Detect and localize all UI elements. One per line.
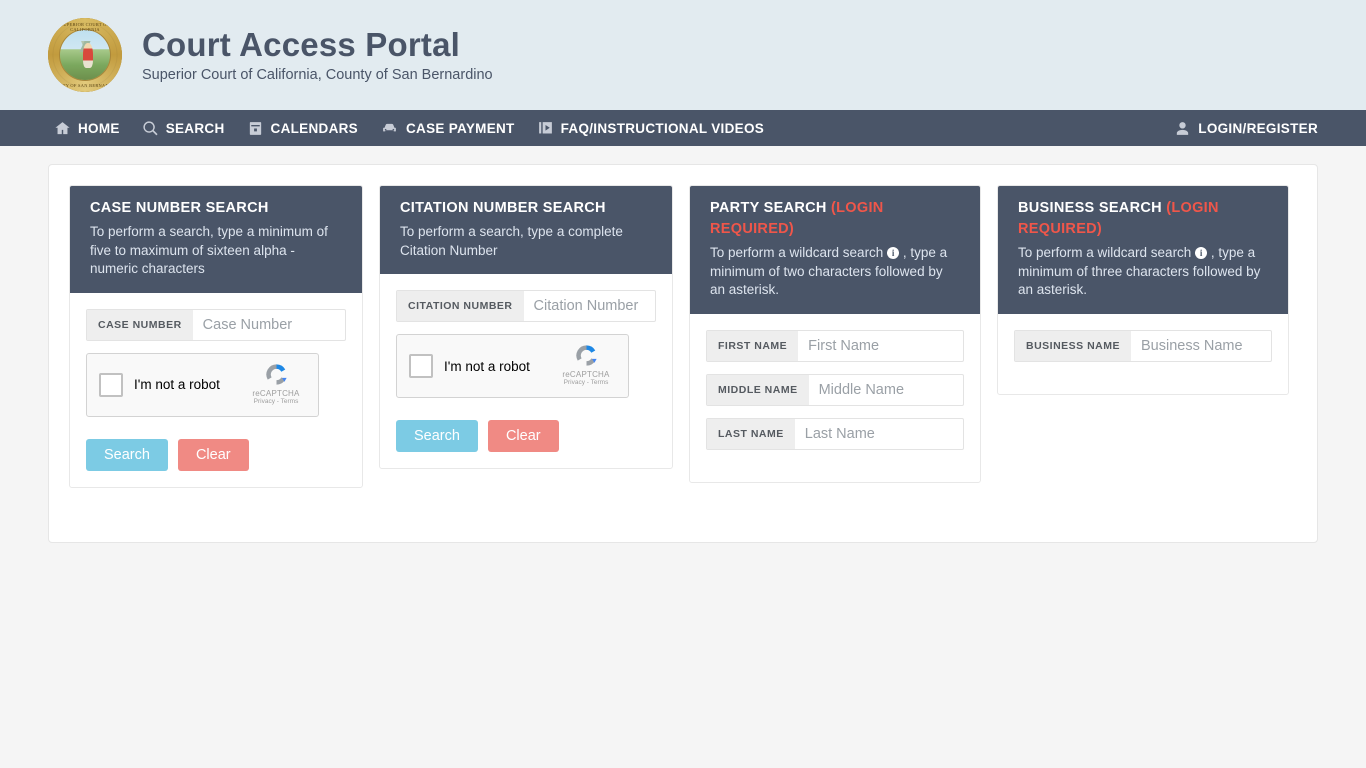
card-description: To perform a search, type a minimum of f… [90, 224, 328, 277]
search-button[interactable]: Search [396, 420, 478, 453]
field-label: MIDDLE NAME [707, 374, 809, 405]
info-icon[interactable]: i [1195, 247, 1208, 260]
card-case-number-search: CASE NUMBER SEARCH To perform a search, … [69, 185, 363, 488]
search-icon [142, 120, 159, 137]
card-title-text: PARTY SEARCH [710, 200, 827, 216]
field-label: BUSINESS NAME [1015, 330, 1132, 361]
field-first-name: FIRST NAME [706, 329, 964, 362]
nav-item-calendars[interactable]: CALENDARS [247, 120, 358, 137]
card-business-search: BUSINESS SEARCH (LOGIN REQUIRED) To perf… [997, 185, 1289, 395]
nav-item-case-payment-label: CASE PAYMENT [405, 120, 515, 136]
recaptcha-brand-name: reCAPTCHA [562, 370, 610, 380]
field-citation-number: CITATION NUMBER [396, 290, 656, 323]
person-icon [1174, 120, 1191, 137]
card-body: CASE NUMBER I'm not a robot [70, 293, 362, 487]
court-seal-logo: SUPERIOR COURT OF CALIFORNIA COUNTY OF S… [48, 18, 122, 92]
field-business-name: BUSINESS NAME [1014, 329, 1272, 362]
card-body: FIRST NAME MIDDLE NAME LAST NAME [690, 314, 980, 482]
nav-item-faq-videos-label: FAQ/INSTRUCTIONAL VIDEOS [560, 120, 765, 136]
card-title: PARTY SEARCH (LOGIN REQUIRED) [710, 198, 960, 240]
card-header: CASE NUMBER SEARCH To perform a search, … [70, 186, 362, 293]
card-description: To perform a wildcard search i , type a … [1018, 244, 1268, 300]
masthead: SUPERIOR COURT OF CALIFORNIA COUNTY OF S… [0, 0, 1366, 110]
button-row: Search Clear [396, 420, 656, 453]
recaptcha-brand: reCAPTCHA Privacy - Terms [553, 342, 619, 386]
page-subtitle: Superior Court of California, County of … [142, 67, 493, 84]
field-middle-name: MIDDLE NAME [706, 373, 964, 406]
car-icon [380, 120, 399, 137]
field-label: LAST NAME [707, 418, 795, 449]
card-party-search: PARTY SEARCH (LOGIN REQUIRED) To perform… [689, 185, 981, 483]
clear-button[interactable]: Clear [487, 420, 559, 453]
nav-links: HOME SEARCH CALENDARS CASE PAYMENT FAQ/I… [54, 120, 764, 137]
last-name-input[interactable] [794, 418, 963, 449]
field-label: FIRST NAME [707, 330, 799, 361]
seal-top-text: SUPERIOR COURT OF CALIFORNIA [60, 22, 110, 32]
home-icon [54, 120, 71, 137]
card-header: BUSINESS SEARCH (LOGIN REQUIRED) To perf… [998, 186, 1288, 314]
card-description-before: To perform a wildcard search [710, 245, 884, 261]
nav-item-login-register-label: LOGIN/REGISTER [1198, 120, 1318, 136]
card-title-text: CASE NUMBER SEARCH [90, 200, 269, 216]
field-last-name: LAST NAME [706, 417, 964, 450]
field-label: CASE NUMBER [87, 309, 193, 340]
nav-account-area: LOGIN/REGISTER [1174, 120, 1318, 137]
card-citation-number-search: CITATION NUMBER SEARCH To perform a sear… [379, 185, 673, 470]
card-title-text: CITATION NUMBER SEARCH [400, 200, 606, 216]
search-button[interactable]: Search [86, 438, 168, 471]
citation-number-input[interactable] [523, 291, 655, 322]
main-navigation: HOME SEARCH CALENDARS CASE PAYMENT FAQ/I… [0, 110, 1366, 146]
calendar-icon [247, 120, 264, 137]
seal-bottom-text: COUNTY OF SAN BERNARDINO [49, 83, 121, 88]
page-title: Court Access Portal [142, 25, 461, 63]
video-icon [537, 120, 554, 137]
recaptcha-widget[interactable]: I'm not a robot reCAPTCHA Privacy - Term… [396, 334, 629, 399]
recaptcha-widget[interactable]: I'm not a robot reCAPTCHA Privacy - Term… [86, 352, 319, 417]
nav-item-login-register[interactable]: LOGIN/REGISTER [1174, 120, 1318, 137]
middle-name-input[interactable] [808, 374, 963, 405]
nav-item-faq-videos[interactable]: FAQ/INSTRUCTIONAL VIDEOS [537, 120, 764, 137]
info-icon[interactable]: i [887, 247, 900, 260]
recaptcha-logo-icon [575, 345, 597, 366]
business-name-input[interactable] [1131, 330, 1271, 361]
first-name-input[interactable] [798, 330, 963, 361]
card-description: To perform a search, type a complete Cit… [400, 224, 623, 258]
title-block: Court Access Portal Superior Court of Ca… [142, 25, 493, 84]
recaptcha-legal-links[interactable]: Privacy - Terms [553, 379, 619, 386]
nav-item-calendars-label: CALENDARS [270, 120, 358, 136]
page-body: CASE NUMBER SEARCH To perform a search, … [0, 146, 1366, 768]
card-header: PARTY SEARCH (LOGIN REQUIRED) To perform… [690, 186, 980, 314]
recaptcha-brand-name: reCAPTCHA [252, 388, 300, 398]
recaptcha-brand: reCAPTCHA Privacy - Terms [243, 361, 309, 405]
card-title: CITATION NUMBER SEARCH [400, 198, 652, 219]
nav-item-home-label: HOME [78, 120, 120, 136]
nav-item-search[interactable]: SEARCH [142, 120, 225, 137]
recaptcha-label: I'm not a robot [134, 377, 220, 393]
card-title: CASE NUMBER SEARCH [90, 198, 342, 219]
clear-button[interactable]: Clear [177, 438, 249, 471]
card-body: BUSINESS NAME [998, 314, 1288, 394]
card-header: CITATION NUMBER SEARCH To perform a sear… [380, 186, 672, 275]
card-body: CITATION NUMBER I'm not a robot [380, 274, 672, 468]
seal-inner-artwork [60, 30, 110, 80]
search-panel: CASE NUMBER SEARCH To perform a search, … [48, 164, 1318, 543]
field-case-number: CASE NUMBER [86, 308, 346, 341]
case-number-input[interactable] [192, 309, 345, 340]
card-description-before: To perform a wildcard search [1018, 245, 1192, 261]
field-label: CITATION NUMBER [397, 291, 524, 322]
nav-item-home[interactable]: HOME [54, 120, 120, 137]
nav-item-search-label: SEARCH [165, 120, 225, 136]
recaptcha-label: I'm not a robot [444, 358, 530, 374]
card-title: BUSINESS SEARCH (LOGIN REQUIRED) [1018, 198, 1268, 240]
recaptcha-checkbox[interactable] [409, 354, 433, 379]
card-description: To perform a wildcard search i , type a … [710, 244, 960, 300]
recaptcha-logo-icon [265, 364, 287, 385]
button-row: Search Clear [86, 438, 346, 471]
recaptcha-legal-links[interactable]: Privacy - Terms [243, 398, 309, 405]
recaptcha-checkbox[interactable] [99, 372, 123, 397]
card-title-text: BUSINESS SEARCH [1018, 200, 1162, 216]
nav-item-case-payment[interactable]: CASE PAYMENT [380, 120, 515, 137]
